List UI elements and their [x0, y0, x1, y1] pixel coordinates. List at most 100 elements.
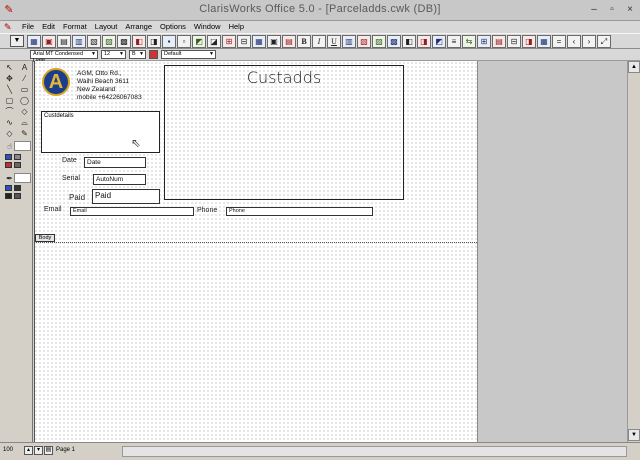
fill-texture-swatch[interactable]	[14, 162, 21, 168]
italic-button[interactable]: I	[312, 34, 326, 48]
rounded-rect-tool-icon[interactable]: ▢	[2, 95, 17, 106]
toolbar-button-33[interactable]: ⊟	[507, 34, 521, 48]
serial-field[interactable]: AutoNum	[93, 174, 146, 185]
bold-button[interactable]: B	[297, 34, 311, 48]
menu-edit[interactable]: Edit	[38, 21, 59, 33]
toolbar-button-30[interactable]: ⇆	[462, 34, 476, 48]
toolbar-button-26[interactable]: ◧	[402, 34, 416, 48]
text-tool-icon[interactable]: A	[17, 62, 32, 73]
toolbar-button-28[interactable]: ◩	[432, 34, 446, 48]
email-field[interactable]: Email	[70, 207, 194, 216]
menu-format[interactable]: Format	[59, 21, 91, 33]
toolbar-button-14[interactable]: ⊞	[222, 34, 236, 48]
toolbar-dropdown-icon[interactable]: ▼	[10, 35, 24, 47]
pointer-tool-icon[interactable]: ↖	[2, 62, 17, 73]
dropper-tool-icon[interactable]: ✎	[17, 128, 32, 139]
color-button[interactable]	[149, 50, 158, 59]
toolbar-prev-button[interactable]: ‹	[567, 34, 581, 48]
menu-file[interactable]: File	[18, 21, 38, 33]
toolbar-button-23[interactable]: ▧	[357, 34, 371, 48]
pen-arrow-swatch[interactable]	[14, 193, 21, 199]
zoom-level[interactable]: 100	[3, 447, 13, 453]
toolbar-button-5[interactable]: ▧	[87, 34, 101, 48]
underline-button[interactable]: U	[327, 34, 341, 48]
paid-field[interactable]: Paid	[92, 189, 160, 204]
font-size-select[interactable]: 12 ▼	[101, 50, 126, 59]
font-select[interactable]: Arial MT Condensed Light ▼	[30, 50, 98, 64]
toolbar-button-22[interactable]: ▥	[342, 34, 356, 48]
toolbar-button-6[interactable]: ▨	[102, 34, 116, 48]
scroll-up-icon[interactable]: ▲	[628, 61, 640, 73]
open-button[interactable]: ▣	[42, 34, 56, 48]
body-part-boundary[interactable]	[34, 242, 477, 243]
toolbar-button-32[interactable]: ▤	[492, 34, 506, 48]
horizontal-scrollbar[interactable]	[122, 446, 627, 457]
menu-window[interactable]: Window	[190, 21, 225, 33]
toolbar-button-7[interactable]: ▩	[117, 34, 131, 48]
polygon-tool-icon[interactable]: ◇	[17, 106, 32, 117]
fill-color-swatch[interactable]	[5, 154, 12, 160]
toolbar-button-24[interactable]: ▨	[372, 34, 386, 48]
new-document-button[interactable]: ▦	[27, 34, 41, 48]
serial-label[interactable]: Serial	[62, 175, 80, 182]
pen-preview[interactable]	[14, 173, 31, 183]
custdetails-field[interactable]: Custdetails	[41, 111, 160, 153]
phone-label[interactable]: Phone	[197, 207, 217, 214]
toolbar-button-10[interactable]: ▪	[162, 34, 176, 48]
eyedropper-tool-icon[interactable]: ⁄	[17, 73, 32, 84]
company-logo[interactable]: A	[42, 68, 70, 96]
layout-canvas[interactable]: A AGM, Otto Rd., Waihi Beach 3611 New Ze…	[34, 61, 477, 442]
maximize-button[interactable]: ▫	[606, 4, 618, 16]
phone-field[interactable]: Phone	[226, 207, 373, 216]
email-label[interactable]: Email	[44, 206, 62, 213]
paid-label[interactable]: Paid	[69, 193, 85, 202]
toolbar-button-17[interactable]: ▣	[267, 34, 281, 48]
toolbar-button-9[interactable]: ◨	[147, 34, 161, 48]
menu-help[interactable]: Help	[225, 21, 248, 33]
date-field[interactable]: Date	[84, 157, 146, 168]
save-button[interactable]: ▤	[57, 34, 71, 48]
toolbar-button-15[interactable]: ⊟	[237, 34, 251, 48]
body-part-tag[interactable]: Body	[35, 234, 55, 242]
fill-pattern-swatch[interactable]	[14, 154, 21, 160]
toolbar-button-8[interactable]: ◧	[132, 34, 146, 48]
toolbar-button-13[interactable]: ◪	[207, 34, 221, 48]
title-frame[interactable]: Custadds	[164, 65, 404, 200]
fill-preview[interactable]	[14, 141, 31, 151]
alignment-select[interactable]: Default ▼	[161, 50, 216, 59]
bezier-tool-icon[interactable]: ⌓	[17, 117, 32, 128]
print-button[interactable]: ▥	[72, 34, 86, 48]
toolbar-button-16[interactable]: ▦	[252, 34, 266, 48]
field-tool-icon[interactable]: ✥	[2, 73, 17, 84]
minimize-button[interactable]: –	[588, 4, 600, 16]
toolbar-expand-button[interactable]: ⤢	[597, 34, 611, 48]
diamond-tool-icon[interactable]: ◇	[2, 128, 17, 139]
scroll-down-icon[interactable]: ▼	[628, 429, 640, 441]
fill-gradient-swatch[interactable]	[5, 162, 12, 168]
rectangle-tool-icon[interactable]: ▭	[17, 84, 32, 95]
toolbar-button-11[interactable]: ▫	[177, 34, 191, 48]
toolbar-button-18[interactable]: ▤	[282, 34, 296, 48]
pen-color-swatch[interactable]	[5, 185, 12, 191]
oval-tool-icon[interactable]: ◯	[17, 95, 32, 106]
pen-width-swatch[interactable]	[5, 193, 12, 199]
menu-arrange[interactable]: Arrange	[121, 21, 156, 33]
line-tool-icon[interactable]: ╲	[2, 84, 17, 95]
toolbar-button-34[interactable]: ◨	[522, 34, 536, 48]
toolbar-button-35[interactable]: ▦	[537, 34, 551, 48]
menu-layout[interactable]: Layout	[91, 21, 122, 33]
claris-logo-icon[interactable]: ✎	[4, 22, 14, 32]
company-address[interactable]: AGM, Otto Rd., Waihi Beach 3611 New Zeal…	[77, 70, 142, 102]
pen-pattern-swatch[interactable]	[14, 185, 21, 191]
toolbar-next-button[interactable]: ›	[582, 34, 596, 48]
zoom-out-icon[interactable]: ▴	[24, 446, 33, 455]
toolbar-button-12[interactable]: ◩	[192, 34, 206, 48]
toolbar-button-29[interactable]: ≡	[447, 34, 461, 48]
zoom-in-icon[interactable]: ▾	[34, 446, 43, 455]
arc-tool-icon[interactable]: ⌒	[2, 106, 17, 117]
vertical-scrollbar[interactable]: ▲ ▼	[627, 61, 640, 442]
toolbar-button-31[interactable]: ⊞	[477, 34, 491, 48]
menu-options[interactable]: Options	[156, 21, 190, 33]
show-tools-icon[interactable]: ▤	[44, 446, 53, 455]
freehand-tool-icon[interactable]: ∿	[2, 117, 17, 128]
